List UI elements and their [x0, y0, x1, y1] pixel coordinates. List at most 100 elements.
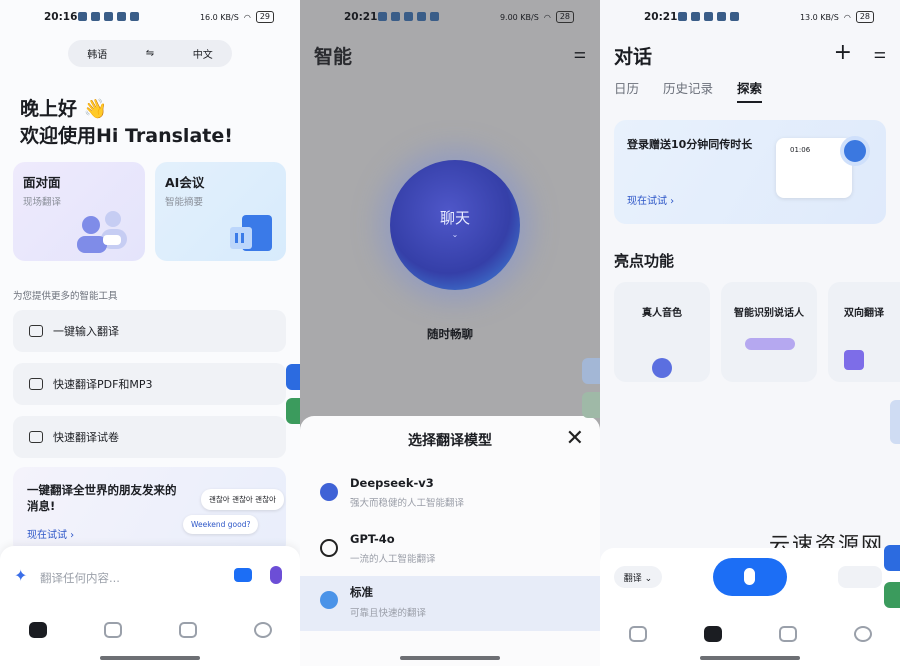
- model-name: Deepseek-v3: [350, 476, 434, 490]
- battery-icon: 28: [555, 11, 574, 23]
- greeting-line2: 欢迎使用Hi Translate!: [20, 125, 233, 147]
- model-option-gpt4o[interactable]: GPT-4o 一流的人工智能翻译: [300, 524, 600, 579]
- floating-translate-tab[interactable]: [582, 358, 600, 384]
- promo-card[interactable]: 一键翻译全世界的朋友发来的消息! 现在试试 › 괜찮아 괜찮아 괜찮아 Week…: [13, 467, 286, 555]
- feature-two-way-translate[interactable]: 双向翻译: [828, 282, 900, 382]
- status-bar: 20:16 16.0 KB/S ◠ 29: [0, 8, 300, 28]
- settings-sliders-icon[interactable]: ⚌: [573, 46, 586, 62]
- swap-language-icon[interactable]: ⇋: [146, 48, 154, 59]
- floating-translate-tab[interactable]: [884, 545, 900, 571]
- page-title: 智能: [314, 46, 353, 68]
- tab-explore[interactable]: 探索: [737, 78, 763, 103]
- profile-tab-icon[interactable]: [254, 622, 272, 638]
- tool-label: 快速翻译试卷: [53, 431, 119, 444]
- tools-section-label: 为您提供更多的智能工具: [13, 291, 118, 302]
- sheet-title: 选择翻译模型: [408, 433, 492, 449]
- feature-label: 真人音色: [642, 308, 682, 319]
- tool-label: 一键输入翻译: [53, 325, 119, 338]
- microphone-icon[interactable]: [270, 566, 282, 584]
- tool-translate-exam[interactable]: 快速翻译试卷: [13, 416, 286, 458]
- side-edge-tab[interactable]: [890, 400, 900, 444]
- tab-history[interactable]: 历史记录: [663, 78, 713, 103]
- network-speed: 16.0 KB/S: [199, 12, 239, 22]
- openai-logo-icon: [320, 539, 338, 557]
- floating-chat-tab[interactable]: [286, 398, 300, 424]
- home-screen: 20:16 16.0 KB/S ◠ 29 韩语 ⇋ 中文 晚上好 👋 欢迎使用H…: [0, 0, 300, 666]
- standard-logo-icon: [320, 591, 338, 609]
- tool-translate-pdf-mp3[interactable]: 快速翻译PDF和MP3: [13, 363, 286, 405]
- page-title: 对话: [614, 46, 653, 68]
- chat-orb[interactable]: 聊天 ⌄: [390, 160, 520, 290]
- settings-sliders-icon[interactable]: ⚌: [873, 46, 886, 62]
- feature-speaker-detect[interactable]: 智能识别说话人: [721, 282, 817, 382]
- battery-icon: 28: [855, 11, 874, 23]
- card-title: AI会议: [165, 175, 205, 190]
- translate-input-bar[interactable]: ✦ 翻译任何内容...: [0, 546, 300, 604]
- promo-title: 一键翻译全世界的朋友发来的消息!: [27, 483, 177, 513]
- smart-tab-icon[interactable]: [779, 626, 797, 642]
- model-option-deepseek[interactable]: Deepseek-v3 强大而稳健的人工智能翻译: [300, 468, 600, 523]
- model-desc: 强大而稳健的人工智能翻译: [350, 498, 465, 509]
- greeting-line1: 晚上好 👋: [20, 98, 108, 120]
- face-to-face-card[interactable]: 面对面 现场翻译: [13, 162, 145, 261]
- status-app-icons: [378, 12, 439, 21]
- meeting-board-icon: [230, 215, 272, 251]
- source-language[interactable]: 韩语: [87, 46, 107, 61]
- wifi-icon: ◠: [243, 12, 251, 22]
- profile-tab-icon[interactable]: [854, 626, 872, 642]
- conversation-action-bar: 翻译 ⌄: [600, 548, 900, 608]
- greeting: 晚上好 👋 欢迎使用Hi Translate!: [20, 96, 233, 150]
- card-title: 面对面: [23, 175, 61, 190]
- target-language[interactable]: 中文: [193, 46, 213, 61]
- battery-icon: 29: [255, 11, 274, 23]
- feature-label: 双向翻译: [844, 308, 884, 319]
- record-button[interactable]: [713, 558, 787, 596]
- home-tab-icon[interactable]: [629, 626, 647, 642]
- floating-chat-tab[interactable]: [884, 582, 900, 608]
- status-time: 20:21: [344, 11, 378, 23]
- status-app-icons: [678, 12, 739, 21]
- add-icon[interactable]: +: [834, 40, 852, 65]
- status-bar: 20:21 9.00 KB/S ◠ 28: [300, 8, 600, 28]
- model-option-standard[interactable]: 标准 可靠且快速的翻译: [300, 576, 600, 631]
- card-subtitle: 智能摘要: [165, 197, 204, 208]
- card-subtitle: 现场翻译: [23, 197, 62, 208]
- language-switcher[interactable]: 韩语 ⇋ 中文: [68, 40, 232, 67]
- home-indicator: [400, 656, 500, 660]
- floating-chat-tab[interactable]: [582, 392, 600, 418]
- tab-calendar[interactable]: 日历: [614, 78, 639, 103]
- login-bonus-banner[interactable]: 登录赠送10分钟同传时长 现在试试 › 01:06: [614, 120, 886, 224]
- bottom-nav: [0, 604, 300, 666]
- tool-quick-input-translate[interactable]: 一键输入翻译: [13, 310, 286, 352]
- conversation-tab-icon[interactable]: [104, 622, 122, 638]
- deepseek-logo-icon: [320, 483, 338, 501]
- bottom-nav: [600, 608, 900, 666]
- close-icon[interactable]: ✕: [566, 426, 584, 451]
- feature-label: 智能识别说话人: [734, 308, 804, 319]
- microphone-icon: [744, 568, 755, 585]
- ai-meeting-card[interactable]: AI会议 智能摘要: [155, 162, 286, 261]
- floating-translate-tab[interactable]: [286, 364, 300, 390]
- model-desc: 可靠且快速的翻译: [350, 608, 427, 619]
- conversation-tab-icon[interactable]: [704, 626, 722, 642]
- model-picker-sheet: 选择翻译模型 ✕ Deepseek-v3 强大而稳健的人工智能翻译 GPT-4o…: [300, 416, 600, 666]
- smart-tab-icon[interactable]: [179, 622, 197, 638]
- home-tab-icon[interactable]: [29, 622, 47, 638]
- network-speed: 13.0 KB/S: [799, 12, 839, 22]
- korean-bubble: 괜찮아 괜찮아 괜찮아: [201, 489, 284, 510]
- wifi-icon: ◠: [843, 12, 851, 22]
- image-translate-icon[interactable]: [838, 566, 882, 588]
- feature-real-voice[interactable]: 真人音色: [614, 282, 710, 382]
- status-bar: 20:21 13.0 KB/S ◠ 28: [600, 8, 900, 28]
- camera-icon[interactable]: [234, 568, 252, 582]
- status-time: 20:21: [644, 11, 678, 23]
- voice-wave-icon: [652, 358, 672, 378]
- conversation-tabs: 日历 历史记录 探索: [614, 78, 763, 103]
- orb-subtitle: 随时畅聊: [427, 327, 473, 341]
- speech-bubble-icon: [745, 338, 795, 350]
- status-time: 20:16: [44, 11, 78, 23]
- home-indicator: [100, 656, 200, 660]
- mode-select[interactable]: 翻译 ⌄: [614, 566, 662, 588]
- model-desc: 一流的人工智能翻译: [350, 554, 436, 565]
- translate-input[interactable]: 翻译任何内容...: [40, 570, 120, 586]
